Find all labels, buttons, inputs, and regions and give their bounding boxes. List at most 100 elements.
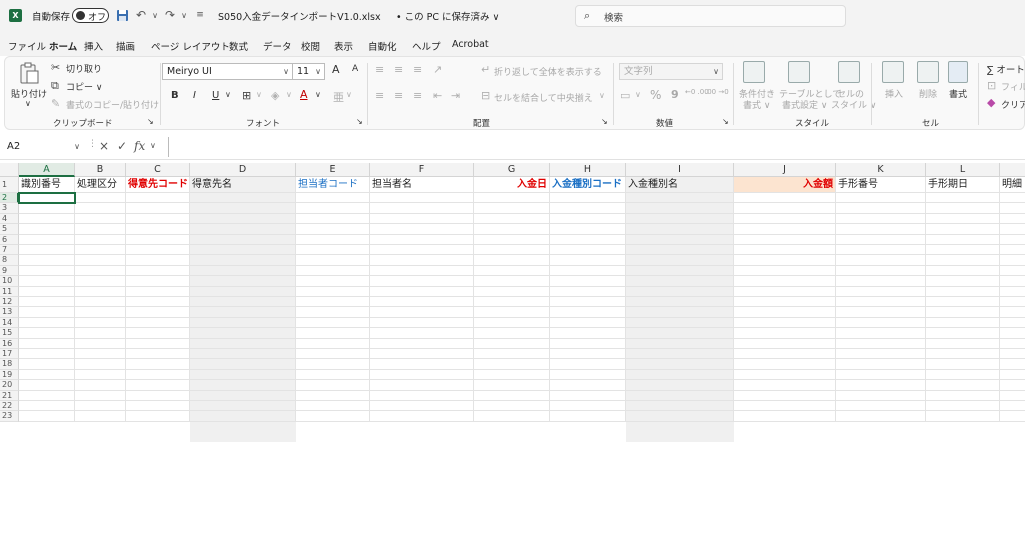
cell[interactable]	[550, 265, 626, 277]
cell[interactable]	[926, 380, 1000, 391]
cell[interactable]	[734, 255, 836, 266]
column-header-j[interactable]: J	[734, 163, 836, 177]
cell[interactable]	[296, 213, 370, 225]
fx-dropdown-icon[interactable]: ∨	[150, 141, 156, 150]
row-header-5[interactable]: 5	[0, 224, 19, 235]
row-header-21[interactable]: 21	[0, 390, 19, 401]
decrease-indent-icon[interactable]: ⇤	[433, 89, 442, 102]
cell[interactable]	[75, 359, 126, 370]
cell[interactable]	[296, 401, 370, 412]
cell[interactable]	[19, 369, 75, 381]
cell[interactable]	[926, 245, 1000, 256]
cell[interactable]	[126, 245, 190, 256]
cell[interactable]	[734, 380, 836, 391]
cell[interactable]	[126, 307, 190, 318]
paste-icon[interactable]	[17, 61, 41, 85]
cell[interactable]	[19, 349, 75, 360]
cell[interactable]	[296, 328, 370, 339]
cell[interactable]	[1000, 203, 1025, 214]
search-box[interactable]: ⌕ 検索	[575, 5, 846, 27]
cell[interactable]	[734, 307, 836, 318]
fill-icon[interactable]: ⊡	[987, 79, 996, 92]
cell[interactable]	[836, 297, 926, 308]
cell[interactable]	[370, 328, 474, 339]
formula-input[interactable]	[168, 137, 1021, 157]
cell[interactable]	[296, 193, 370, 204]
cell[interactable]	[370, 276, 474, 287]
cell[interactable]	[626, 390, 734, 401]
row-header-10[interactable]: 10	[0, 276, 19, 287]
bold-button[interactable]: B	[171, 90, 179, 101]
cell[interactable]	[836, 401, 926, 412]
cell[interactable]	[550, 255, 626, 266]
tab-page-layout[interactable]: ページ レイアウト	[151, 39, 230, 53]
cell[interactable]	[734, 317, 836, 329]
cell[interactable]	[836, 234, 926, 245]
cell[interactable]	[474, 328, 550, 339]
cell[interactable]	[474, 276, 550, 287]
cell[interactable]	[190, 193, 296, 204]
cell[interactable]	[474, 297, 550, 308]
cell[interactable]	[926, 359, 1000, 370]
cell[interactable]	[550, 297, 626, 308]
cell[interactable]	[126, 297, 190, 308]
tab-review[interactable]: 校閲	[301, 39, 320, 53]
cell[interactable]	[836, 380, 926, 391]
cell[interactable]	[19, 276, 75, 287]
cell[interactable]	[926, 338, 1000, 349]
cell[interactable]	[370, 193, 474, 204]
wrap-text-label[interactable]: 折り返して全体を表示する	[494, 65, 602, 78]
cell[interactable]	[626, 286, 734, 297]
cell[interactable]	[926, 401, 1000, 412]
cut-icon[interactable]: ✂	[51, 61, 60, 74]
cell[interactable]	[734, 193, 836, 204]
font-launcher-icon[interactable]: ↘	[356, 117, 363, 126]
cell[interactable]	[836, 411, 926, 422]
cell[interactable]	[296, 286, 370, 297]
cell[interactable]	[1000, 287, 1025, 297]
increase-indent-icon[interactable]: ⇥	[451, 89, 460, 102]
cell[interactable]	[474, 411, 550, 422]
clipboard-launcher-icon[interactable]: ↘	[147, 117, 154, 126]
row-header-20[interactable]: 20	[0, 380, 19, 391]
cell[interactable]	[734, 234, 836, 245]
number-launcher-icon[interactable]: ↘	[722, 117, 729, 126]
row-header-11[interactable]: 11	[0, 286, 19, 297]
cut-label[interactable]: 切り取り	[66, 62, 102, 75]
cell[interactable]	[550, 328, 626, 339]
cell[interactable]	[370, 380, 474, 391]
cell[interactable]	[734, 390, 836, 401]
cell[interactable]	[1000, 193, 1025, 204]
cell[interactable]	[550, 411, 626, 422]
cell[interactable]	[474, 380, 550, 391]
border-dropdown-icon[interactable]: ∨	[256, 90, 262, 99]
cell[interactable]	[75, 328, 126, 339]
cell[interactable]	[126, 359, 190, 370]
cell[interactable]	[836, 349, 926, 360]
cell[interactable]	[926, 328, 1000, 339]
cell[interactable]	[1000, 380, 1025, 391]
cell[interactable]	[734, 349, 836, 360]
spreadsheet-grid[interactable]: A B C D E F G H I J K L 1 2 3 4 5 6 7 8 9 10 11 12 13 14 15 16 17 18 1…	[0, 163, 1025, 533]
cell[interactable]	[296, 317, 370, 329]
cell[interactable]	[296, 338, 370, 349]
format-as-table-label-2[interactable]: 書式設定 ∨	[782, 98, 827, 111]
cell[interactable]	[734, 245, 836, 256]
cell[interactable]	[296, 265, 370, 277]
cell[interactable]	[474, 338, 550, 349]
cell[interactable]	[626, 369, 734, 381]
cell[interactable]	[836, 245, 926, 256]
cell[interactable]	[926, 297, 1000, 308]
redo-dropdown-icon[interactable]: ∨	[176, 7, 192, 23]
cell[interactable]	[190, 245, 296, 256]
cell[interactable]	[626, 193, 734, 204]
cell[interactable]	[734, 286, 836, 297]
cell[interactable]	[1000, 297, 1025, 308]
tab-acrobat[interactable]: Acrobat	[452, 39, 489, 50]
cell[interactable]	[550, 349, 626, 360]
cell[interactable]	[19, 213, 75, 225]
cell[interactable]	[370, 401, 474, 412]
cell[interactable]	[190, 213, 296, 225]
format-cells-label[interactable]: 書式	[949, 87, 967, 100]
cell[interactable]	[474, 286, 550, 297]
